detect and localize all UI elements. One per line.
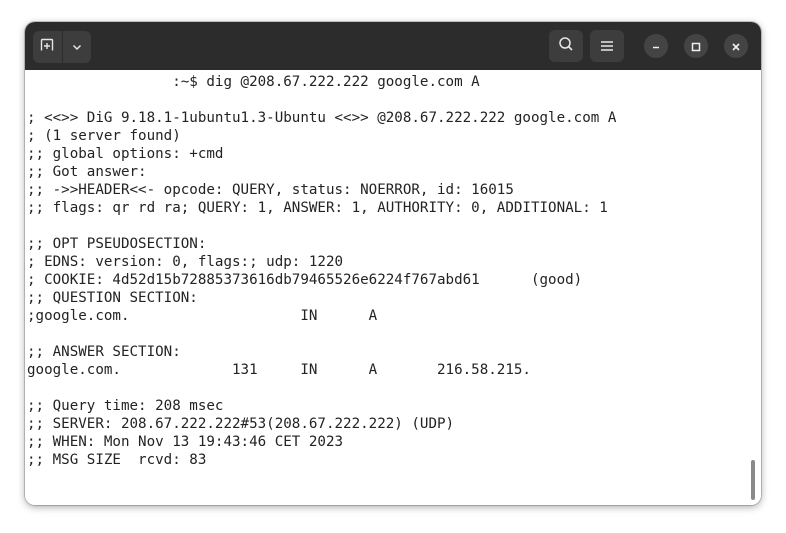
terminal-output[interactable]: :~$ dig @208.67.222.222 google.com A ; <…: [25, 70, 761, 505]
hamburger-menu-icon: [600, 37, 614, 56]
minimize-button[interactable]: [644, 34, 668, 58]
terminal-line: ;google.com. IN A: [27, 308, 378, 324]
terminal-line: ;; OPT PSEUDOSECTION:: [27, 236, 207, 252]
new-tab-button[interactable]: [33, 31, 62, 63]
minimize-icon: [651, 37, 661, 56]
scrollbar[interactable]: [751, 460, 755, 500]
terminal-line: google.com. 131 IN A 216.58.215.: [27, 362, 531, 378]
terminal-line: :~$ dig @208.67.222.222 google.com A: [27, 74, 480, 90]
terminal-line: ; EDNS: version: 0, flags:; udp: 1220: [27, 254, 344, 270]
terminal-line: ;; Got answer:: [27, 164, 147, 180]
close-button[interactable]: [724, 34, 748, 58]
terminal-window: :~$ dig @208.67.222.222 google.com A ; <…: [25, 22, 761, 505]
terminal-line: ;; SERVER: 208.67.222.222#53(208.67.222.…: [27, 416, 455, 432]
search-icon: [558, 36, 574, 56]
terminal-line: ;; Query time: 208 msec: [27, 398, 224, 414]
main-menu-button[interactable]: [590, 30, 624, 62]
terminal-line: ; (1 server found): [27, 128, 181, 144]
search-button[interactable]: [549, 30, 583, 62]
header-bar: [25, 22, 761, 70]
maximize-icon: [691, 37, 701, 56]
terminal-line: ;; MSG SIZE rcvd: 83: [27, 452, 207, 468]
terminal-line: ; <<>> DiG 9.18.1-1ubuntu1.3-Ubuntu <<>>…: [27, 110, 617, 126]
close-icon: [731, 37, 741, 56]
terminal-line: ;; global options: +cmd: [27, 146, 224, 162]
chevron-down-icon: [71, 38, 83, 57]
terminal-line: ;; ANSWER SECTION:: [27, 344, 181, 360]
tab-options-dropdown[interactable]: [61, 31, 92, 63]
terminal-line: ;; ->>HEADER<<- opcode: QUERY, status: N…: [27, 182, 514, 198]
terminal-text: :~$ dig @208.67.222.222 google.com A ; <…: [27, 73, 616, 469]
terminal-line: ; COOKIE: 4d52d15b72885373616db79465526e…: [27, 272, 583, 288]
new-tab-split-button: [33, 31, 91, 63]
terminal-line: ;; QUESTION SECTION:: [27, 290, 198, 306]
terminal-line: ;; flags: qr rd ra; QUERY: 1, ANSWER: 1,…: [27, 200, 608, 216]
maximize-button[interactable]: [684, 34, 708, 58]
new-tab-icon: [39, 37, 55, 57]
terminal-line: ;; WHEN: Mon Nov 13 19:43:46 CET 2023: [27, 434, 344, 450]
